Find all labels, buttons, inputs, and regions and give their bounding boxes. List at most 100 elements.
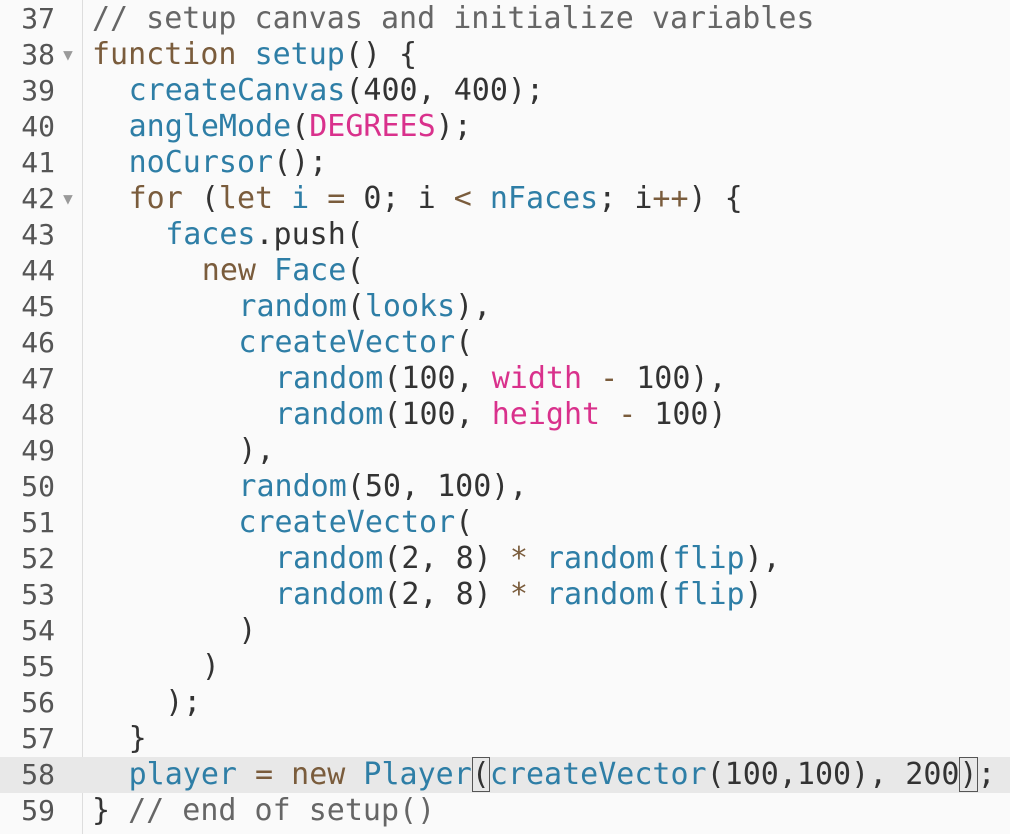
token-constant: height: [491, 397, 601, 432]
code-area[interactable]: 37 // setup canvas and initialize variabl…: [0, 0, 1010, 834]
token-func: random: [545, 541, 655, 576]
token-plain: (: [455, 325, 474, 360]
token-operator: <: [453, 181, 472, 216]
token-plain: (100,: [383, 397, 492, 432]
token-operator: -: [618, 397, 637, 432]
code-text: faces.push(: [165, 217, 364, 253]
code-line[interactable]: 43 faces.push(: [0, 217, 1010, 253]
code-line[interactable]: 37 // setup canvas and initialize variabl…: [0, 1, 1010, 37]
code-text: ),: [238, 433, 274, 469]
token-func: angleMode: [128, 109, 292, 144]
code-line[interactable]: 59} // end of setup(): [0, 793, 1010, 829]
code-text: angleMode(DEGREES);: [129, 109, 472, 145]
code-line[interactable]: 51 createVector(: [0, 505, 1010, 541]
code-line[interactable]: 50 random(50, 100),: [0, 469, 1010, 505]
line-number: 43: [21, 218, 55, 251]
code-text: random(2, 8) * random(flip): [275, 577, 763, 613]
code-line[interactable]: 55): [0, 649, 1010, 685]
code-text: random(100, height - 100): [275, 397, 727, 433]
token-comment: // end of setup(): [128, 793, 436, 828]
code-line[interactable]: 53 random(2, 8) * random(flip): [0, 577, 1010, 613]
token-plain: ),: [455, 289, 492, 324]
code-line[interactable]: 44 new Face(: [0, 253, 1010, 289]
token-plain: 0; i: [345, 181, 454, 216]
token-operator: *: [509, 577, 528, 612]
line-number: 51: [21, 506, 55, 539]
token-plain: (100,100), 20: [706, 757, 942, 792]
token-operator: ++: [652, 181, 689, 216]
token-plain: (: [654, 541, 673, 576]
token-func: noCursor: [128, 145, 274, 180]
matched-bracket: (: [471, 757, 490, 792]
code-line[interactable]: 49),: [0, 433, 1010, 469]
line-number: 41: [21, 146, 55, 179]
token-plain: );: [165, 685, 202, 720]
token-plain: ),: [238, 433, 275, 468]
token-func: createVector: [489, 757, 707, 792]
code-text: for (let i = 0; i < nFaces; i++) {: [129, 181, 743, 217]
token-plain: 100),: [618, 361, 727, 396]
code-line[interactable]: 56);: [0, 685, 1010, 721]
line-number: 40: [21, 110, 55, 143]
code-line[interactable]: 42 ▼ for (let i = 0; i < nFaces; i++) {: [0, 181, 1010, 217]
token-keyword: let: [218, 181, 274, 216]
line-number: 50: [21, 470, 55, 503]
token-plain: ): [201, 649, 220, 684]
code-line[interactable]: 45 random(looks),: [0, 289, 1010, 325]
code-text: createVector(: [238, 505, 473, 541]
token-plain: (100,: [383, 361, 492, 396]
code-line[interactable]: 48 random(100, height - 100): [0, 397, 1010, 433]
token-var: Face: [274, 253, 347, 288]
token-plain: ) {: [688, 181, 743, 216]
fold-arrow-icon[interactable]: ▼: [58, 181, 78, 217]
line-number: 44: [21, 254, 55, 287]
line-number: 54: [21, 614, 55, 647]
code-text: random(2, 8) * random(flip),: [275, 541, 781, 577]
line-number: 55: [21, 650, 55, 683]
token-plain: ();: [273, 145, 328, 180]
code-editor[interactable]: 37 // setup canvas and initialize variabl…: [0, 0, 1010, 834]
token-plain: ;: [977, 757, 996, 792]
token-func: random: [238, 469, 347, 504]
code-line[interactable]: 39 createCanvas(400, 400);: [0, 73, 1010, 109]
line-number: 38: [21, 38, 55, 71]
code-line[interactable]: 46 createVector(: [0, 325, 1010, 361]
code-line[interactable]: 52 random(2, 8) * random(flip),: [0, 541, 1010, 577]
code-line[interactable]: 38 ▼ function setup() {: [0, 37, 1010, 73]
token-func: random: [545, 577, 655, 612]
token-plain: (2, 8): [383, 541, 510, 576]
token-func: random: [275, 541, 384, 576]
code-line[interactable]: 41 noCursor();: [0, 145, 1010, 181]
token-plain: ): [744, 577, 763, 612]
code-text: random(looks),: [238, 289, 491, 325]
code-text: }: [129, 721, 147, 757]
code-line[interactable]: 57}: [0, 721, 1010, 757]
token-operator: -: [600, 361, 619, 396]
code-line[interactable]: 47 random(100, width - 100),: [0, 361, 1010, 397]
token-plain: ): [238, 613, 257, 648]
code-line[interactable]: 40 angleMode(DEGREES);: [0, 109, 1010, 145]
token-var: Player: [363, 757, 472, 792]
token-keyword: new: [291, 757, 346, 792]
token-plain: 100): [636, 397, 727, 432]
line-number: 49: [21, 434, 55, 467]
token-plain: );: [435, 109, 472, 144]
code-line[interactable]: 54): [0, 613, 1010, 649]
line-number: 47: [21, 362, 55, 395]
token-constant: width: [491, 361, 583, 396]
line-number: 53: [21, 578, 55, 611]
token-constant: DEGREES: [309, 109, 436, 144]
token-func: createVector: [238, 505, 456, 540]
token-keyword: for: [128, 181, 183, 216]
token-func: setup: [254, 37, 345, 72]
code-text: player = new Player(createVector(100,100…: [129, 757, 996, 793]
token-plain: (2, 8): [383, 577, 510, 612]
token-var: flip: [672, 541, 745, 576]
code-line-active[interactable]: 58 player = new Player(createVector(100,1…: [0, 757, 1010, 793]
fold-arrow-icon[interactable]: ▼: [58, 37, 78, 73]
